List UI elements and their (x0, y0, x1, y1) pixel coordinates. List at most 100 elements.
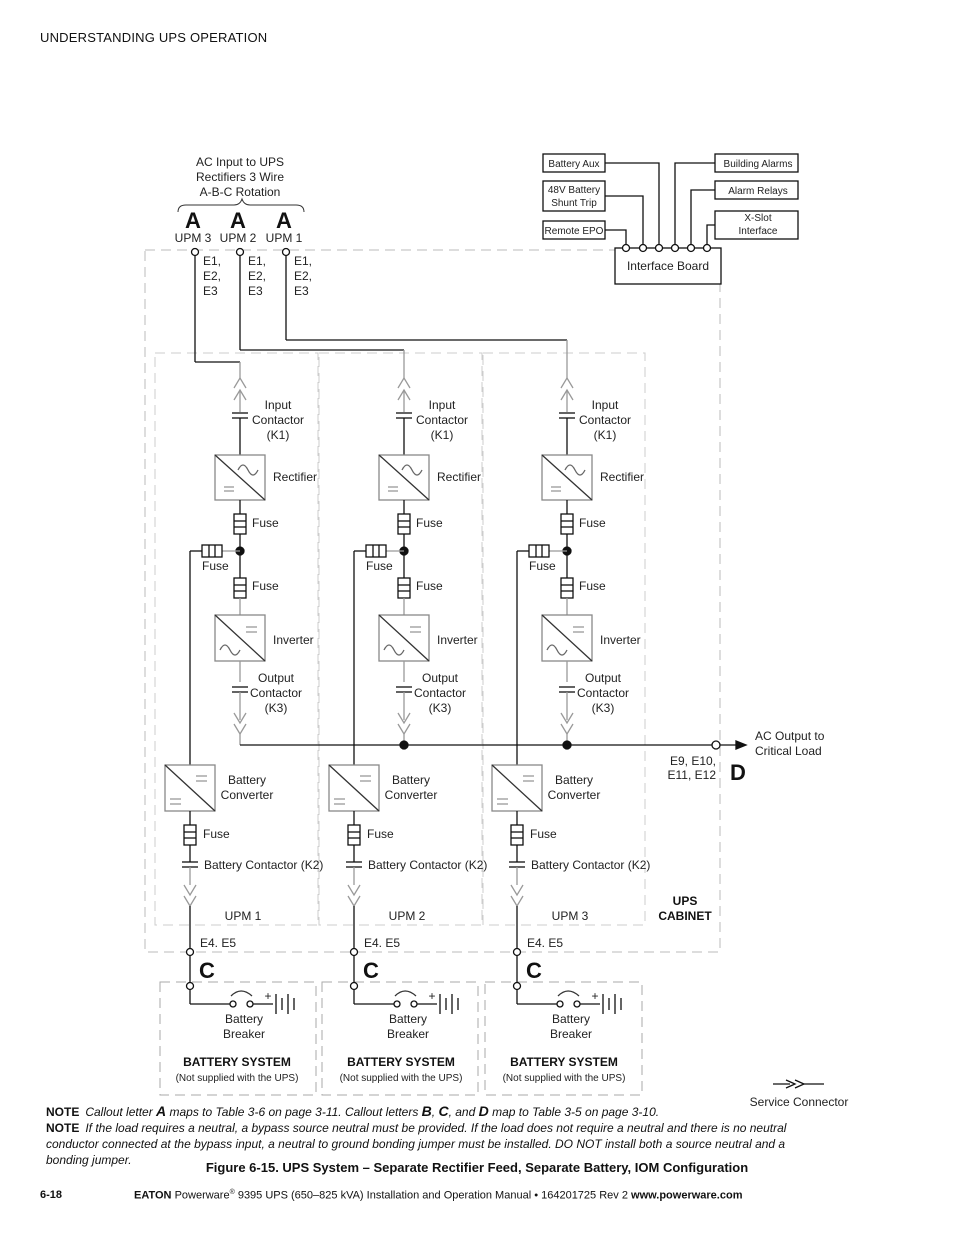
wire (605, 162, 660, 244)
fuse-icon (510, 824, 524, 846)
terminal-label: E1, (294, 254, 312, 268)
wire (706, 224, 715, 244)
input-terminal (190, 247, 200, 257)
interface-box-label: Shunt Trip (551, 198, 597, 209)
battery-breaker-icon (230, 990, 253, 997)
rectifier-label: Rectifier (437, 470, 481, 484)
input-contactor-label: (K1) (431, 428, 454, 442)
upm-label: UPM 1 (225, 909, 262, 923)
interface-box-label: Interface (739, 226, 778, 237)
ups-cabinet-label: UPS (673, 894, 698, 908)
battery-system-label: BATTERY SYSTEM (347, 1055, 455, 1069)
interface-board-label: Interface Board (627, 259, 709, 273)
battery-terminal (349, 947, 359, 957)
fuse-icon (183, 824, 197, 846)
figure-caption: Figure 6-15. UPS System – Separate Recti… (205, 1160, 749, 1175)
battery-terminal (185, 947, 195, 957)
terminal-label: E2, (294, 269, 312, 283)
callout-d: D (730, 760, 746, 785)
ac-output-label: AC Output to (755, 729, 825, 743)
output-contactor-label: Output (585, 671, 622, 685)
wire (605, 229, 627, 244)
input-terminal (281, 247, 291, 257)
battery-converter-label: Battery (228, 773, 266, 787)
battery-breaker-icon (410, 1000, 418, 1008)
wire (690, 189, 715, 244)
ac-output-label: Critical Load (755, 744, 822, 758)
battery-breaker-label: Battery (389, 1012, 427, 1026)
ac-input-label: Rectifiers 3 Wire (196, 170, 284, 184)
interface-box-label: X-Slot (744, 213, 771, 224)
wire (674, 162, 715, 244)
output-contactor-label: Contactor (250, 686, 302, 700)
battery-contactor-label: Battery Contactor (K2) (204, 858, 323, 872)
battery-terminal-label: E4. E5 (200, 936, 236, 950)
output-contactor-label: Output (258, 671, 295, 685)
terminal-label: E1, (203, 254, 221, 268)
website-link[interactable]: www.powerware.com (631, 1190, 742, 1202)
output-contactor-label: (K3) (429, 701, 452, 715)
fuse-label: Fuse (416, 579, 443, 593)
battery-breaker-label: Breaker (223, 1027, 265, 1041)
battery-converter-label: Battery (555, 773, 593, 787)
callout-c: C (526, 958, 542, 983)
upm-input-label: UPM 1 (266, 231, 303, 245)
interface-terminal (670, 243, 680, 253)
upm-label: UPM 2 (389, 909, 426, 923)
output-terminal-label: E9, E10, (670, 754, 716, 768)
fuse-icon (233, 577, 247, 599)
battery-converter-label: Converter (221, 788, 274, 802)
output-terminal-label: E11, E12 (668, 768, 717, 782)
terminal-label: E2, (248, 269, 266, 283)
breaker-terminal (349, 981, 359, 991)
terminal-label: E3 (203, 284, 218, 298)
terminal-label: E3 (248, 284, 263, 298)
ups-system-diagram: AC Input to UPSRectifiers 3 WireA-B-C Ro… (144, 153, 848, 1109)
input-contactor-label: Contactor (579, 413, 631, 427)
terminal-label: E3 (294, 284, 309, 298)
battery-system-label: BATTERY SYSTEM (183, 1055, 291, 1069)
output-contactor-label: (K3) (592, 701, 615, 715)
battery-breaker-icon (557, 990, 580, 997)
note-1: NOTE Callout letter A maps to Table 3-6 o… (46, 1103, 660, 1119)
battery-terminal-label: E4. E5 (527, 936, 563, 950)
input-contactor-label: (K1) (267, 428, 290, 442)
breaker-terminal (512, 981, 522, 991)
input-contactor-label: Contactor (252, 413, 304, 427)
battery-breaker-icon (394, 990, 417, 997)
output-contactor-label: Contactor (414, 686, 466, 700)
battery-system-note: (Not supplied with the UPS) (340, 1073, 463, 1084)
battery-breaker-icon (573, 1000, 581, 1008)
interface-box-label: Remote EPO (545, 226, 604, 237)
interface-box-label: Alarm Relays (728, 186, 787, 197)
input-contactor-label: Input (265, 398, 292, 412)
callout-a: A (185, 208, 201, 233)
interface-terminal (686, 243, 696, 253)
interface-box-label: Battery Aux (548, 159, 599, 170)
battery-converter-label: Battery (392, 773, 430, 787)
fuse-icon (365, 544, 387, 558)
ac-input-label: A-B-C Rotation (200, 185, 281, 199)
fuse-label: Fuse (579, 579, 606, 593)
upm-input-label: UPM 3 (175, 231, 212, 245)
battery-service-connector (510, 884, 524, 908)
interface-terminal (702, 243, 712, 253)
upm-label: UPM 3 (552, 909, 589, 923)
input-contactor-label: Input (429, 398, 456, 412)
input-contactor-label: Input (592, 398, 619, 412)
battery-breaker-icon (393, 1000, 401, 1008)
breaker-terminal (185, 981, 195, 991)
interface-terminal (621, 243, 631, 253)
interface-terminal (638, 243, 648, 253)
battery-terminal (512, 947, 522, 957)
output-arrow (735, 740, 748, 750)
inverter-label: Inverter (600, 633, 641, 647)
battery-contactor-label: Battery Contactor (K2) (368, 858, 487, 872)
note-label: NOTE (46, 1121, 80, 1135)
battery-system-label: BATTERY SYSTEM (510, 1055, 618, 1069)
battery-breaker-icon (556, 1000, 564, 1008)
input-terminal (235, 247, 245, 257)
terminal-label: E2, (203, 269, 221, 283)
output-contactor-label: (K3) (265, 701, 288, 715)
interface-terminal (654, 243, 664, 253)
